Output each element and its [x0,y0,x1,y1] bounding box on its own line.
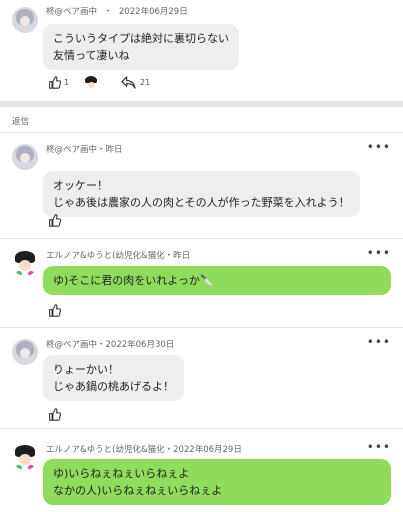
comment-line: こういうタイプは絶対に裏切らない [53,32,229,45]
reply-line: ゆ)いらねぇねぇいらねぇよ [53,467,190,480]
meta-separator: ・ [103,7,113,17]
avatar[interactable] [12,444,38,470]
reply-bubble: ゆ)いらねぇねぇいらねぇよ なかの人)いらねぇねぇいらねぇよ [43,459,391,505]
reply-item: エルノア&ゆうと(幼児化&猫化・2022年06月29日 ••• ゆ)いらねぇねぇ… [0,429,403,512]
share-count: 21 [140,78,151,87]
comment-meta: 柊@ペア画中 ・ 2022年06月29日 [46,5,188,17]
avatar[interactable] [12,250,38,276]
reply-meta: エルノア&ゆうと(幼児化&猫化・2022年06月29日 [46,445,242,455]
reply-meta: 柊@ペア画中・2022年06月30日 [46,340,175,350]
section-divider [0,101,403,107]
reply-item: エルノア&ゆうと(幼児化&猫化・昨日 ••• ゆ)そこに君の肉をいれよっか🔪 [0,239,403,327]
more-dots-icon[interactable]: ••• [367,336,391,348]
comment-line: 友情って凄いね [53,49,130,62]
reply-bubble: りょーかい！ じゃあ鍋の桃あげるよ！ [43,355,184,401]
thumbs-up-icon[interactable] [48,76,61,89]
reply-line: りょーかい！ [53,363,119,376]
reply-arrow-icon[interactable] [121,76,136,89]
avatar[interactable] [12,339,38,365]
avatar[interactable] [12,7,38,33]
reply-line: じゃあ後は農家の人の肉とその人が作った野菜を入れよう！ [53,196,350,209]
reply-line: ゆ)そこに君の肉をいれよっか🔪 [53,274,214,287]
replies-label: 返信 [12,117,30,127]
like-count: 1 [64,78,70,87]
liker-avatar[interactable] [84,76,98,90]
reply-meta: 柊@ペア画中・昨日 [46,145,123,155]
reply-bubble: オッケー！ じゃあ後は農家の人の肉とその人が作った野菜を入れよう！ [43,171,360,217]
reply-item: 柊@ペア画中・昨日 ••• オッケー！ じゃあ後は農家の人の肉とその人が作った野… [0,133,403,233]
reply-meta: エルノア&ゆうと(幼児化&猫化・昨日 [46,251,191,261]
comment-actions: 1 21 [0,74,403,92]
reply-line: じゃあ鍋の桃あげるよ！ [53,380,174,393]
comment-bubble: こういうタイプは絶対に裏切らない 友情って凄いね [43,24,239,70]
reply-bubble: ゆ)そこに君の肉をいれよっか🔪 [43,266,391,295]
avatar[interactable] [12,144,38,170]
reply-item: 柊@ペア画中・2022年06月30日 ••• りょーかい！ じゃあ鍋の桃あげるよ… [0,328,403,428]
reply-line: オッケー！ [53,179,108,192]
thumbs-up-icon[interactable] [48,408,61,421]
thumbs-up-icon[interactable] [48,304,61,317]
more-dots-icon[interactable]: ••• [367,141,391,153]
reply-line: なかの人)いらねぇねぇいらねぇよ [53,484,223,497]
more-dots-icon[interactable]: ••• [367,441,391,453]
more-dots-icon[interactable]: ••• [367,247,391,259]
comment-date: 2022年06月29日 [118,7,188,17]
top-comment: 柊@ペア画中 ・ 2022年06月29日 こういうタイプは絶対に裏切らない 友情… [0,0,403,100]
author-name[interactable]: 柊@ペア画中 [46,7,97,17]
thumbs-up-icon[interactable] [48,214,61,227]
